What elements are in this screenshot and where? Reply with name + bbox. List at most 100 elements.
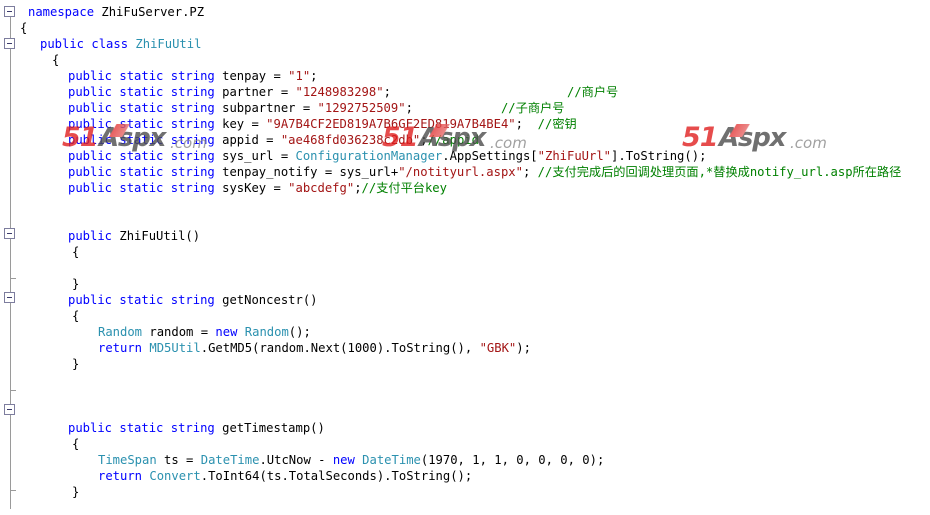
code-token-typ: DateTime [200, 453, 260, 467]
code-token-pln: { [72, 437, 80, 451]
code-line[interactable]: return Convert.ToInt64(ts.TotalSeconds).… [98, 468, 472, 484]
code-token-kw: return [98, 469, 143, 483]
code-text-area[interactable]: namespace ZhiFuServer.PZ{public class Zh… [0, 0, 930, 515]
code-line[interactable]: } [72, 276, 79, 292]
code-token-kw: public [68, 101, 113, 115]
code-token-kw: static [119, 165, 164, 179]
code-line[interactable]: public static string appid = "ae468fd036… [68, 132, 479, 148]
code-token-typ: ZhiFuUtil [135, 37, 202, 51]
code-token-pln: } [72, 357, 80, 371]
code-token-pln [163, 149, 170, 163]
code-token-cmt: //支付完成后的回调处理页面,*替换成notify_url.asp所在路径 [537, 165, 902, 179]
code-editor[interactable]: namespace ZhiFuServer.PZ{public class Zh… [0, 0, 930, 515]
code-line[interactable]: { [20, 20, 27, 36]
code-token-kw: public [68, 181, 113, 195]
code-token-pln: (1970, 1, 1, 0, 0, 0, 0); [420, 453, 605, 467]
code-token-kw: new [215, 325, 238, 339]
code-token-str: "1" [288, 69, 311, 83]
code-token-kw: return [98, 341, 143, 355]
code-token-pln [163, 133, 170, 147]
code-token-pln: } [72, 277, 80, 291]
code-token-pln: .UtcNow - [259, 453, 333, 467]
code-line[interactable]: } [72, 356, 79, 372]
code-token-pln [163, 293, 170, 307]
code-token-pln: sysKey = [214, 181, 289, 195]
code-line[interactable]: public static string partner = "12489832… [68, 84, 618, 100]
code-token-pln: ; [522, 165, 538, 179]
code-token-kw: static [119, 69, 164, 83]
code-token-typ: Random [98, 325, 143, 339]
code-token-kw: string [170, 133, 215, 147]
code-line[interactable]: public static string sysKey = "abcdefg";… [68, 180, 447, 196]
code-token-pln: .GetMD5(random.Next(1000).ToString(), [200, 341, 480, 355]
code-token-pln [163, 165, 170, 179]
code-token-pln: .ToInt64(ts.TotalSeconds).ToString(); [200, 469, 473, 483]
code-token-str: "1292752509" [317, 101, 406, 115]
code-token-pln: getNoncestr() [214, 293, 318, 307]
code-token-pln: appid = [214, 133, 281, 147]
code-token-pln: ; [383, 85, 567, 99]
code-token-pln: tenpay = [214, 69, 289, 83]
code-token-kw: class [91, 37, 129, 51]
code-token-pln: (); [288, 325, 311, 339]
code-line[interactable]: } [72, 484, 79, 500]
code-token-pln: { [72, 309, 80, 323]
code-token-kw: static [119, 101, 164, 115]
code-token-kw: static [119, 133, 164, 147]
code-token-cmt: //支付平台key [361, 181, 447, 195]
code-line[interactable]: public static string getNoncestr() [68, 292, 318, 308]
code-token-str: "GBK" [479, 341, 517, 355]
code-token-str: "9A7B4CF2ED819A7B6GF2ED819A7B4BE4" [266, 117, 516, 131]
code-line[interactable]: { [72, 244, 79, 260]
code-token-kw: namespace [28, 5, 95, 19]
code-token-kw: static [119, 149, 164, 163]
code-token-pln [163, 181, 170, 195]
code-token-kw: static [119, 181, 164, 195]
code-line[interactable]: TimeSpan ts = DateTime.UtcNow - new Date… [98, 452, 604, 468]
code-token-pln: ); [516, 341, 531, 355]
code-token-pln: { [52, 53, 60, 67]
code-token-str: "/notityurl.aspx" [398, 165, 523, 179]
code-token-pln: tenpay_notify = sys_url+ [214, 165, 399, 179]
code-line[interactable]: return MD5Util.GetMD5(random.Next(1000).… [98, 340, 531, 356]
code-token-str: "ae468fd036238c2db" [280, 133, 421, 147]
code-line[interactable]: public static string getTimestamp() [68, 420, 325, 436]
code-token-pln [163, 421, 170, 435]
code-line[interactable]: public static string tenpay_notify = sys… [68, 164, 901, 180]
code-line[interactable]: public static string subpartner = "12927… [68, 100, 564, 116]
code-token-kw: string [170, 149, 215, 163]
code-token-kw: static [119, 85, 164, 99]
code-token-pln: ZhiFuServer.PZ [94, 5, 205, 19]
code-token-pln [163, 101, 170, 115]
code-line[interactable]: public class ZhiFuUtil [40, 36, 201, 52]
code-token-pln: sys_url = [214, 149, 296, 163]
code-token-str: "1248983298" [295, 85, 384, 99]
code-line[interactable]: { [72, 436, 79, 452]
code-token-kw: string [170, 181, 215, 195]
code-line[interactable]: public static string key = "9A7B4CF2ED81… [68, 116, 577, 132]
code-line[interactable]: { [72, 308, 79, 324]
code-token-kw: public [40, 37, 85, 51]
code-token-pln: partner = [214, 85, 296, 99]
code-line[interactable]: { [52, 52, 59, 68]
code-token-kw: public [68, 85, 113, 99]
code-token-pln: { [72, 245, 80, 259]
code-token-typ: TimeSpan [98, 453, 157, 467]
code-token-pln: ZhiFuUtil() [112, 229, 201, 243]
code-line[interactable]: public ZhiFuUtil() [68, 228, 200, 244]
code-line[interactable]: namespace ZhiFuServer.PZ [28, 4, 204, 20]
code-token-str: "ZhiFuUrl" [537, 149, 612, 163]
code-token-pln: getTimestamp() [214, 421, 325, 435]
code-line[interactable]: public static string sys_url = Configura… [68, 148, 706, 164]
code-token-typ: MD5Util [149, 341, 201, 355]
code-token-kw: static [119, 293, 164, 307]
code-line[interactable]: public static string tenpay = "1"; [68, 68, 318, 84]
code-token-kw: static [119, 117, 164, 131]
code-token-kw: static [119, 421, 164, 435]
code-token-kw: public [68, 165, 113, 179]
code-line[interactable]: Random random = new Random(); [98, 324, 311, 340]
code-token-kw: string [170, 101, 215, 115]
code-token-typ: ConfigurationManager [295, 149, 443, 163]
code-token-pln: } [72, 485, 80, 499]
code-token-typ: DateTime [362, 453, 421, 467]
